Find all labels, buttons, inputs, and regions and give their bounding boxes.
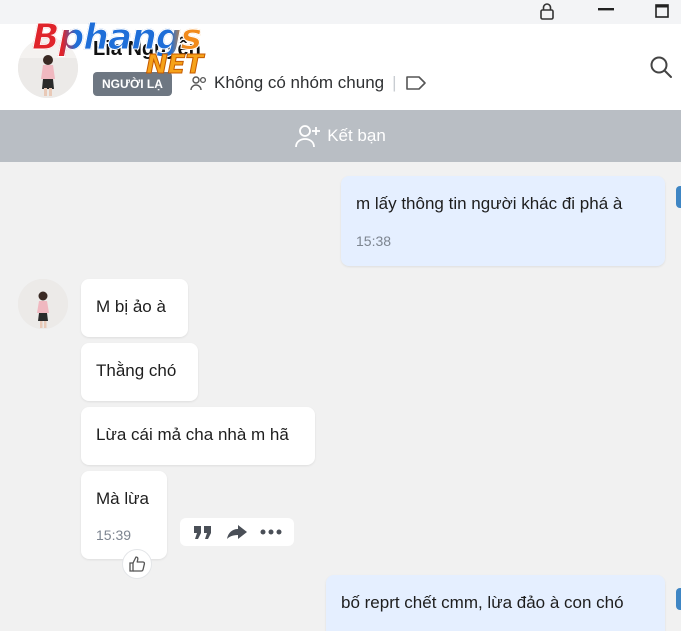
more-icon[interactable] bbox=[258, 521, 284, 543]
read-receipt-avatar bbox=[676, 186, 681, 208]
stranger-badge: NGƯỜI LẠ bbox=[93, 72, 172, 96]
message-text: m lấy thông tin người khác đi phá à bbox=[356, 194, 623, 213]
message-text: Lừa cái mả cha nhà m hã bbox=[96, 425, 289, 444]
add-friend-button[interactable]: Kết bạn bbox=[0, 110, 681, 162]
group-info-row: Không có nhóm chung | bbox=[190, 73, 427, 93]
group-info-text: Không có nhóm chung bbox=[214, 73, 385, 92]
contact-name[interactable]: Lia Nguyễn bbox=[93, 38, 201, 61]
quote-icon[interactable] bbox=[190, 521, 216, 543]
message-bubble-incoming[interactable]: Thằng chó bbox=[81, 343, 198, 401]
lock-icon[interactable] bbox=[536, 0, 558, 22]
message-text: Thằng chó bbox=[96, 361, 177, 380]
message-bubble-incoming[interactable]: Mà lừa 15:39 bbox=[81, 471, 167, 559]
message-time: 15:38 bbox=[356, 233, 392, 249]
tag-icon[interactable] bbox=[405, 75, 427, 91]
conversation-header: Lia Nguyễn NGƯỜI LẠ Không có nhóm chung … bbox=[0, 24, 681, 110]
group-icon bbox=[190, 76, 207, 91]
add-user-icon bbox=[295, 125, 321, 148]
add-friend-label: Kết bạn bbox=[327, 126, 386, 145]
sender-avatar[interactable] bbox=[18, 279, 68, 329]
message-bubble-incoming[interactable]: Lừa cái mả cha nhà m hã bbox=[81, 407, 315, 465]
message-text: bố reprt chết cmm, lừa đảo à con chó bbox=[341, 593, 624, 612]
window-titlebar bbox=[0, 0, 681, 24]
maximize-icon[interactable] bbox=[650, 0, 674, 22]
message-bubble-outgoing[interactable]: m lấy thông tin người khác đi phá à 15:3… bbox=[341, 176, 665, 266]
forward-icon[interactable] bbox=[224, 521, 250, 543]
message-time: 15:39 bbox=[96, 527, 132, 543]
minimize-icon[interactable] bbox=[594, 0, 618, 22]
message-text: Mà lừa bbox=[96, 489, 149, 508]
search-icon[interactable] bbox=[648, 54, 674, 80]
message-actions-toolbar bbox=[180, 518, 294, 546]
contact-avatar[interactable] bbox=[18, 38, 78, 98]
thumbs-up-icon[interactable] bbox=[122, 549, 152, 579]
read-receipt-avatar bbox=[676, 588, 681, 610]
meta-divider: | bbox=[392, 73, 397, 92]
message-bubble-incoming[interactable]: M bị ảo à bbox=[81, 279, 188, 337]
message-text: M bị ảo à bbox=[96, 297, 166, 316]
message-bubble-outgoing[interactable]: bố reprt chết cmm, lừa đảo à con chó bbox=[326, 575, 665, 631]
